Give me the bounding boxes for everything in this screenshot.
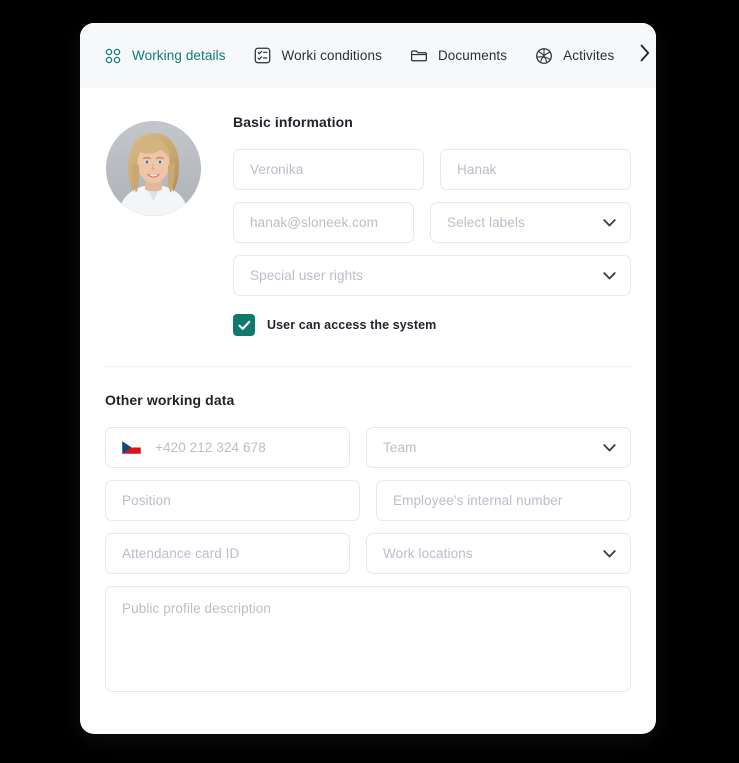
tab-label: Activites [563,48,615,63]
basic-information-title: Basic information [233,114,353,130]
tab-bar: Working details Worki conditions Documen… [80,23,656,88]
attendance-card-placeholder: Attendance card ID [122,546,240,561]
phone-team-row: +420 212 324 678 Team [105,427,631,468]
tab-label: Documents [437,48,508,63]
work-locations-select[interactable]: Work locations [366,533,631,574]
chevron-down-icon [603,547,616,560]
name-row: Veronika Hanak [233,149,631,190]
tab-activites[interactable]: Activites [535,23,614,88]
tab-documents[interactable]: Documents [410,23,507,88]
access-checkbox-row: User can access the system [233,314,631,336]
internal-number-input[interactable]: Employee's internal number [376,480,631,521]
public-profile-description-placeholder: Public profile description [122,601,271,616]
tab-label: Worki conditions [281,48,382,63]
check-icon [237,320,250,330]
first-name-input[interactable]: Veronika [233,149,424,190]
checklist-icon [254,47,272,65]
position-input[interactable]: Position [105,480,360,521]
avatar-column [105,114,225,336]
avatar-photo [106,121,201,216]
other-working-data-section: Other working data +420 212 324 678 Team… [80,367,656,692]
basic-information-section: Basic information Veronika Hanak hanak@s… [80,88,656,336]
card-body: Basic information Veronika Hanak hanak@s… [80,88,656,692]
tab-working-details[interactable]: Working details [104,23,226,88]
attendance-card-input[interactable]: Attendance card ID [105,533,350,574]
email-placeholder: hanak@sloneek.com [250,215,378,230]
avatar[interactable] [106,121,201,216]
team-select[interactable]: Team [366,427,631,468]
special-user-rights-select[interactable]: Special user rights [233,255,631,296]
public-profile-description-textarea[interactable]: Public profile description [105,586,631,692]
special-rights-row: Special user rights [233,255,631,296]
chevron-down-icon [603,269,616,282]
grid-dots-icon [104,47,122,65]
page-root: Working details Worki conditions Documen… [0,0,739,763]
chevron-right-icon [639,43,651,68]
first-name-placeholder: Veronika [250,162,304,177]
attendance-locations-row: Attendance card ID Work locations [105,533,631,574]
tab-working-conditions[interactable]: Worki conditions [254,23,382,88]
labels-select[interactable]: Select labels [430,202,631,243]
position-placeholder: Position [122,493,171,508]
special-rights-placeholder: Special user rights [250,268,363,283]
chevron-down-icon [603,216,616,229]
labels-placeholder: Select labels [447,215,525,230]
czech-republic-flag-icon[interactable] [122,441,141,454]
phone-input[interactable]: +420 212 324 678 [105,427,350,468]
last-name-input[interactable]: Hanak [440,149,631,190]
tabs-next-button[interactable] [636,43,654,69]
phone-placeholder: +420 212 324 678 [155,440,266,455]
last-name-placeholder: Hanak [457,162,497,177]
basic-fields-column: Basic information Veronika Hanak hanak@s… [225,114,631,336]
folder-icon [410,47,428,65]
internal-number-placeholder: Employee's internal number [393,493,563,508]
team-placeholder: Team [383,440,417,455]
email-input[interactable]: hanak@sloneek.com [233,202,414,243]
email-labels-row: hanak@sloneek.com Select labels [233,202,631,243]
work-locations-placeholder: Work locations [383,546,473,561]
other-working-data-title: Other working data [105,392,235,408]
user-access-checkbox[interactable] [233,314,255,336]
user-access-checkbox-label: User can access the system [267,318,437,332]
chevron-down-icon [603,441,616,454]
profile-card: Working details Worki conditions Documen… [80,23,656,734]
ball-icon [535,47,553,65]
position-internal-number-row: Position Employee's internal number [105,480,631,521]
tab-label: Working details [132,48,226,63]
